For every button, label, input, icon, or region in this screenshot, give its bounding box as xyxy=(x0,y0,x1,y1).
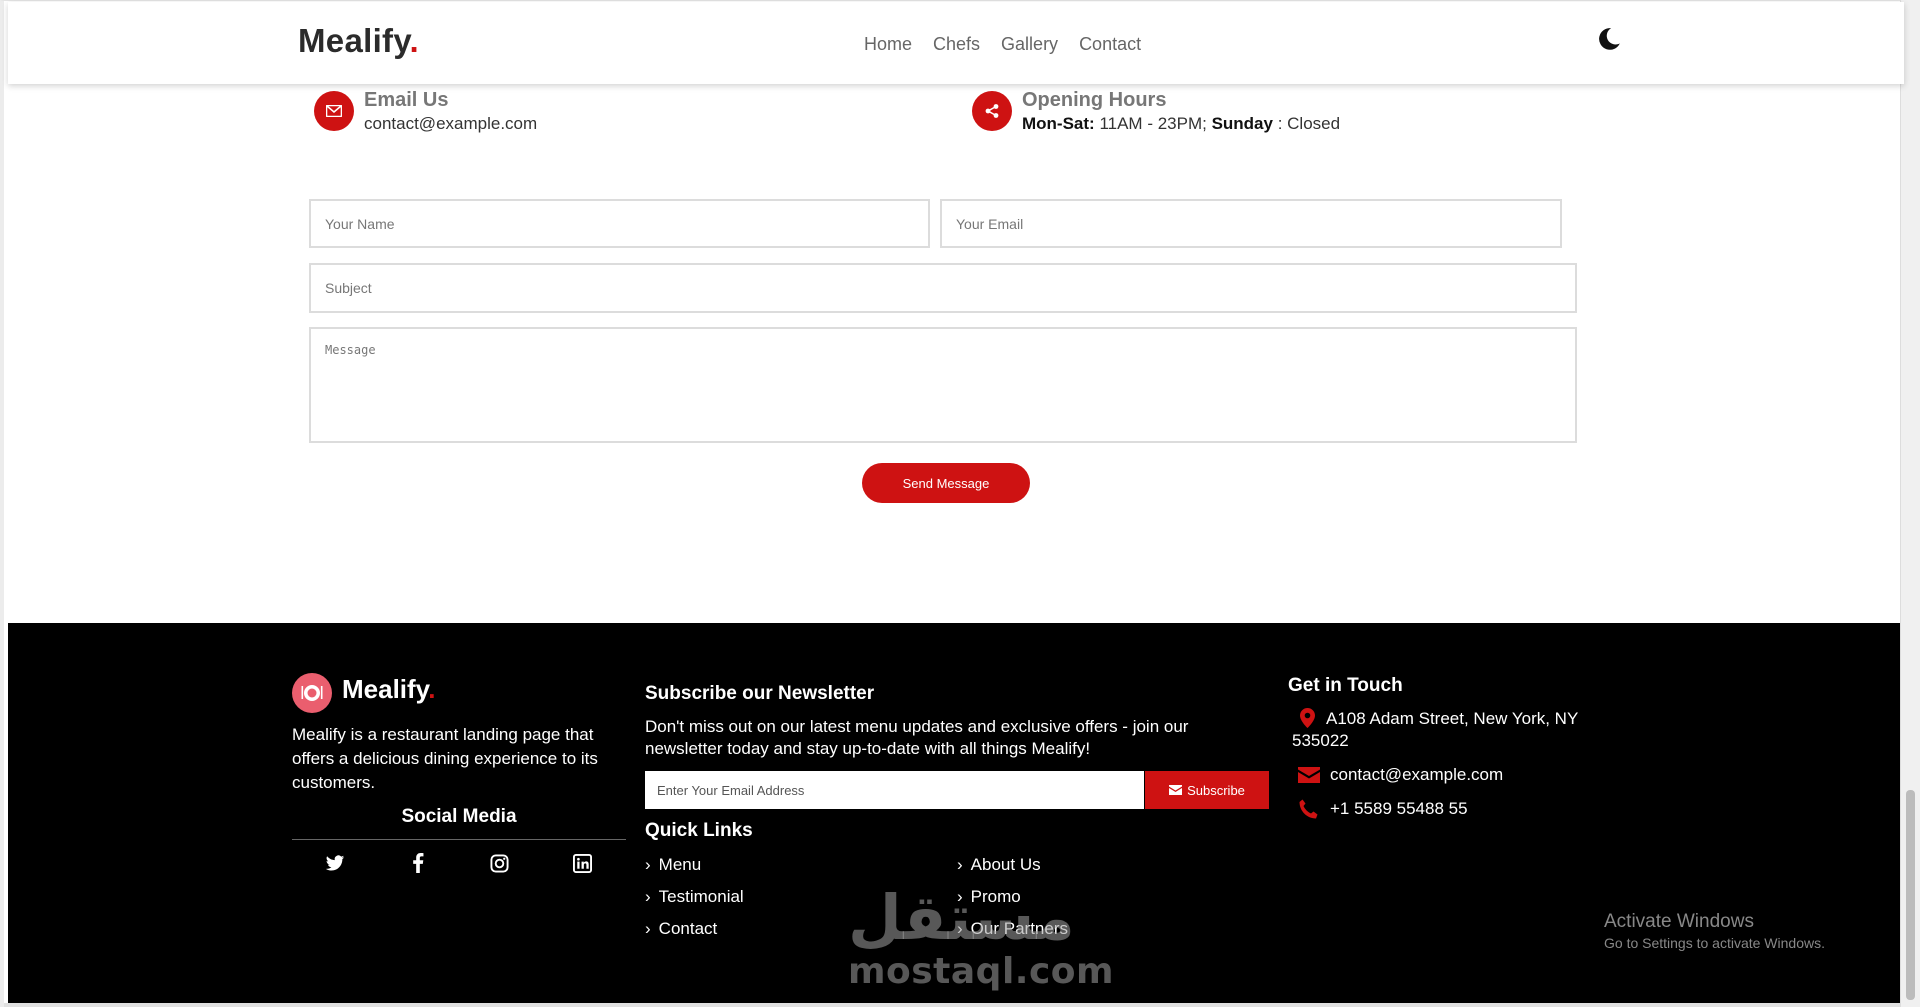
subscribe-button[interactable]: Subscribe xyxy=(1145,771,1269,809)
chevron-right-icon: › xyxy=(645,887,651,906)
footer-description: Mealify is a restaurant landing page tha… xyxy=(292,725,598,792)
phone-icon xyxy=(1299,799,1318,819)
quick-link-label: About Us xyxy=(970,855,1041,874)
email-info: Email Us contact@example.com xyxy=(314,89,537,134)
touch-phone-text: +1 5589 55488 55 xyxy=(1330,799,1468,818)
name-field[interactable] xyxy=(309,199,930,248)
get-in-touch-title: Get in Touch xyxy=(1288,675,1403,696)
instagram-icon[interactable] xyxy=(487,851,511,875)
send-message-button[interactable]: Send Message xyxy=(862,463,1030,503)
social-media-title: Social Media xyxy=(401,806,517,827)
footer-logo-dot: . xyxy=(428,674,436,704)
footer-logo[interactable]: Mealify. xyxy=(342,674,435,705)
hours-sunday-value: : Closed xyxy=(1272,114,1341,133)
subscribe-label: Subscribe xyxy=(1187,782,1245,798)
quick-link-contact[interactable]: › Contact xyxy=(645,919,717,939)
site-logo[interactable]: Mealify. xyxy=(298,22,419,60)
quick-link-label: Testimonial xyxy=(658,887,744,906)
touch-email[interactable]: contact@example.com xyxy=(1292,764,1503,786)
chevron-right-icon: › xyxy=(645,919,651,938)
message-field[interactable] xyxy=(309,327,1577,443)
chevron-right-icon: › xyxy=(645,855,651,874)
hours-days-label: Mon-Sat: xyxy=(1022,114,1095,133)
hours-days-value: 11AM - 23PM; xyxy=(1094,114,1212,133)
map-marker-icon xyxy=(1300,708,1315,728)
quick-link-testimonial[interactable]: › Testimonial xyxy=(645,887,744,907)
newsletter-email-input[interactable] xyxy=(645,771,1144,809)
plate-cutlery-icon xyxy=(292,673,332,713)
main-nav: Home Chefs Gallery Contact xyxy=(864,34,1162,55)
email-info-title: Email Us xyxy=(364,89,449,111)
scrollbar-thumb[interactable] xyxy=(1906,790,1915,1000)
hours-sunday-label: Sunday xyxy=(1211,114,1273,133)
window-bottom-edge xyxy=(4,1003,1904,1007)
mostaql-watermark-latin: mostaql.com xyxy=(848,951,1115,992)
chevron-right-icon: › xyxy=(957,855,963,874)
subject-field[interactable] xyxy=(309,263,1577,313)
activate-windows-subtitle: Go to Settings to activate Windows. xyxy=(1604,935,1825,951)
touch-email-text: contact@example.com xyxy=(1330,765,1504,784)
share-icon xyxy=(972,91,1012,131)
navbar: Mealify. Home Chefs Gallery Contact xyxy=(8,2,1904,84)
dark-mode-moon-icon[interactable] xyxy=(1596,26,1622,52)
logo-dot: . xyxy=(409,22,419,59)
nav-chefs[interactable]: Chefs xyxy=(933,34,980,55)
footer: Mealify. Mealify is a restaurant landing… xyxy=(8,623,1904,1007)
email-field[interactable] xyxy=(940,199,1562,248)
nav-home[interactable]: Home xyxy=(864,34,912,55)
quick-link-label: Contact xyxy=(658,919,718,938)
quick-link-menu[interactable]: › Menu xyxy=(645,855,701,875)
facebook-icon[interactable] xyxy=(406,851,430,875)
page-viewport: Mealify. Home Chefs Gallery Contact Emai… xyxy=(0,0,1904,1007)
newsletter-text: Don't miss out on our latest menu update… xyxy=(645,717,1189,758)
email-info-value: contact@example.com xyxy=(364,114,538,133)
envelope-icon xyxy=(1169,785,1183,795)
social-divider xyxy=(292,839,626,840)
hours-info: Opening Hours Mon-Sat: 11AM - 23PM; Sund… xyxy=(972,89,1340,134)
mostaql-watermark-arabic: مستقل xyxy=(848,881,1075,954)
quick-link-about-us[interactable]: › About Us xyxy=(957,855,1041,875)
activate-windows-notice: Activate Windows Go to Settings to activ… xyxy=(1604,911,1825,951)
nav-gallery[interactable]: Gallery xyxy=(1001,34,1058,55)
envelope-icon xyxy=(1298,767,1320,783)
page-scrollbar[interactable] xyxy=(1900,0,1920,1007)
touch-phone[interactable]: +1 5589 55488 55 xyxy=(1292,798,1468,820)
activate-windows-title: Activate Windows xyxy=(1604,911,1754,932)
newsletter-title: Subscribe our Newsletter xyxy=(645,683,875,704)
envelope-icon xyxy=(314,91,354,131)
nav-contact[interactable]: Contact xyxy=(1079,34,1141,55)
touch-address: A108 Adam Street, New York, NY 535022 xyxy=(1292,708,1592,752)
quick-links-title: Quick Links xyxy=(645,820,753,841)
footer-logo-text: Mealify xyxy=(342,674,429,704)
logo-text: Mealify xyxy=(298,22,410,59)
touch-address-text: A108 Adam Street, New York, NY 535022 xyxy=(1292,709,1578,750)
hours-info-title: Opening Hours xyxy=(1022,89,1167,111)
quick-link-label: Menu xyxy=(658,855,702,874)
linkedin-icon[interactable] xyxy=(570,851,594,875)
hours-info-value: Mon-Sat: 11AM - 23PM; Sunday : Closed xyxy=(1022,114,1340,134)
twitter-icon[interactable] xyxy=(323,851,347,875)
